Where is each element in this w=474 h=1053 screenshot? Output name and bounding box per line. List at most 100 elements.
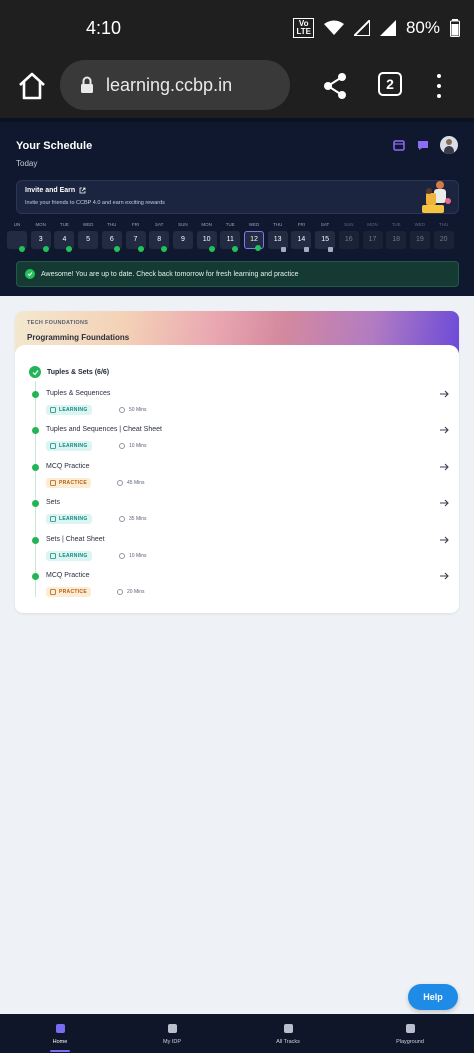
day-3[interactable]: MON 3	[30, 221, 51, 252]
day-number-text: 9	[180, 236, 185, 243]
item-type-label: PRACTICE	[59, 479, 87, 486]
day-number-text: 19	[415, 236, 424, 243]
day-number: 19	[409, 231, 430, 249]
day-4[interactable]: TUE 4	[54, 221, 75, 252]
check-icon	[113, 246, 120, 252]
book-icon	[50, 552, 56, 559]
chat-icon[interactable]	[416, 138, 430, 152]
nav-label: My IDP	[162, 1039, 182, 1045]
share-icon[interactable]	[322, 72, 348, 100]
overflow-menu-icon[interactable]	[432, 72, 446, 100]
day-number: 20	[433, 231, 454, 249]
item-type-badge: LEARNING	[46, 405, 92, 415]
course-card: TECH FOUNDATIONS Programming Foundations…	[15, 311, 459, 613]
signal-icon	[353, 20, 370, 36]
calendar-icon[interactable]	[392, 138, 406, 152]
day-14[interactable]: FRI 14	[291, 221, 312, 252]
day-7[interactable]: FRI 7	[125, 221, 146, 252]
course-item[interactable]: MCQ Practice PRACTICE 20 Mins	[29, 571, 449, 607]
day-9[interactable]: SUN 9	[172, 221, 193, 249]
invite-illustration	[422, 181, 451, 213]
item-type-badge: PRACTICE	[46, 477, 91, 488]
tab-switcher-button[interactable]: 2	[378, 72, 402, 96]
lock-icon	[304, 247, 310, 252]
day-11[interactable]: TUE 11	[220, 221, 241, 252]
week-day-strip: UN MON 3 TUE 4 WED 5 THU 6 FRI 7 SAT 8 SUN 9 MON 10 TUE 11…	[0, 221, 474, 255]
day-10[interactable]: MON 10	[196, 221, 217, 252]
arrow-right-icon[interactable]	[439, 462, 449, 472]
course-item[interactable]: Tuples and Sequences | Cheat Sheet LEARNI…	[29, 425, 449, 461]
arrow-right-icon[interactable]	[439, 425, 449, 435]
item-type-badge: LEARNING	[46, 441, 92, 452]
course-item[interactable]: MCQ Practice PRACTICE 45 Mins	[29, 462, 449, 498]
arrow-right-icon[interactable]	[439, 571, 449, 581]
day-partial[interactable]: UN	[7, 221, 27, 252]
day-label: WED	[82, 222, 94, 227]
check-icon	[232, 246, 239, 252]
item-type-badge: LEARNING	[46, 550, 92, 561]
external-link-icon	[79, 187, 86, 194]
nav-playground[interactable]: Playground	[380, 1024, 440, 1045]
completed-dot-icon	[32, 536, 39, 544]
day-12[interactable]: WED 12	[244, 221, 264, 251]
clock-icon	[117, 589, 123, 595]
day-20[interactable]: THU 20	[433, 221, 454, 249]
arrow-right-icon[interactable]	[439, 389, 449, 399]
day-number: 5	[78, 231, 99, 249]
item-duration-text: 10 Mins	[129, 552, 147, 559]
day-number: 3	[30, 231, 51, 252]
arrow-right-icon[interactable]	[439, 535, 449, 545]
day-18[interactable]: TUE 18	[386, 221, 407, 249]
course-item[interactable]: Sets LEARNING 35 Mins	[29, 498, 449, 534]
day-15[interactable]: SAT 15	[315, 221, 336, 252]
day-number: 11	[220, 231, 241, 252]
day-16[interactable]: SUN 16	[338, 221, 359, 249]
nav-all-tracks[interactable]: All Tracks	[258, 1024, 318, 1045]
topic-group-header[interactable]: Tuples & Sets (6/6)	[29, 366, 109, 378]
browser-toolbar: learning.ccbp.in 2	[0, 56, 474, 118]
day-number: 14	[291, 231, 312, 252]
day-17[interactable]: MON 17	[362, 221, 383, 249]
nav-home[interactable]: Home	[30, 1024, 90, 1052]
schedule-title: Your Schedule	[16, 140, 93, 152]
invite-banner[interactable]: Invite and Earn Invite your friends to C…	[16, 180, 459, 214]
day-label: MON	[35, 222, 46, 227]
item-duration: 10 Mins	[119, 441, 147, 451]
item-title: Tuples and Sequences | Cheat Sheet	[46, 426, 162, 434]
day-6[interactable]: THU 6	[101, 221, 122, 252]
invite-subtitle: Invite your friends to CCBP 4.0 and earn…	[25, 200, 165, 206]
course-item[interactable]: Sets | Cheat Sheet LEARNING 10 Mins	[29, 535, 449, 571]
day-19[interactable]: WED 19	[409, 221, 430, 249]
book-icon	[50, 516, 56, 523]
day-label: FRI	[131, 222, 140, 227]
book-icon	[50, 443, 56, 450]
day-8[interactable]: SAT 8	[149, 221, 170, 252]
nav-icon	[405, 1024, 415, 1033]
day-number-text: 3	[38, 236, 43, 243]
arrow-right-icon[interactable]	[439, 498, 449, 508]
avatar[interactable]	[440, 136, 458, 154]
day-number: 7	[125, 231, 146, 252]
check-icon	[255, 245, 261, 251]
day-label: TUE	[225, 222, 235, 227]
course-item[interactable]: Tuples & Sequences LEARNING 50 Mins	[29, 389, 449, 425]
day-number	[7, 231, 27, 252]
lock-icon	[81, 76, 93, 93]
clock-icon	[119, 443, 125, 450]
day-label: SAT	[154, 222, 164, 227]
today-label: Today	[16, 159, 38, 168]
day-label: THU	[438, 222, 449, 227]
help-button[interactable]: Help	[408, 984, 458, 1010]
completed-dot-icon	[32, 463, 39, 471]
nav-my-idp[interactable]: My IDP	[142, 1024, 202, 1045]
day-number-text: 18	[392, 236, 401, 243]
day-label: TUE	[391, 222, 401, 227]
day-label: SUN	[178, 222, 188, 227]
item-type-label: LEARNING	[59, 443, 88, 450]
day-5[interactable]: WED 5	[78, 221, 99, 249]
bottom-navigation: Home My IDP All Tracks Playground	[0, 1014, 474, 1053]
item-title: Sets	[46, 499, 61, 507]
url-bar[interactable]: learning.ccbp.in	[60, 60, 290, 110]
home-icon[interactable]	[16, 70, 48, 102]
day-13[interactable]: THU 13	[267, 221, 288, 252]
